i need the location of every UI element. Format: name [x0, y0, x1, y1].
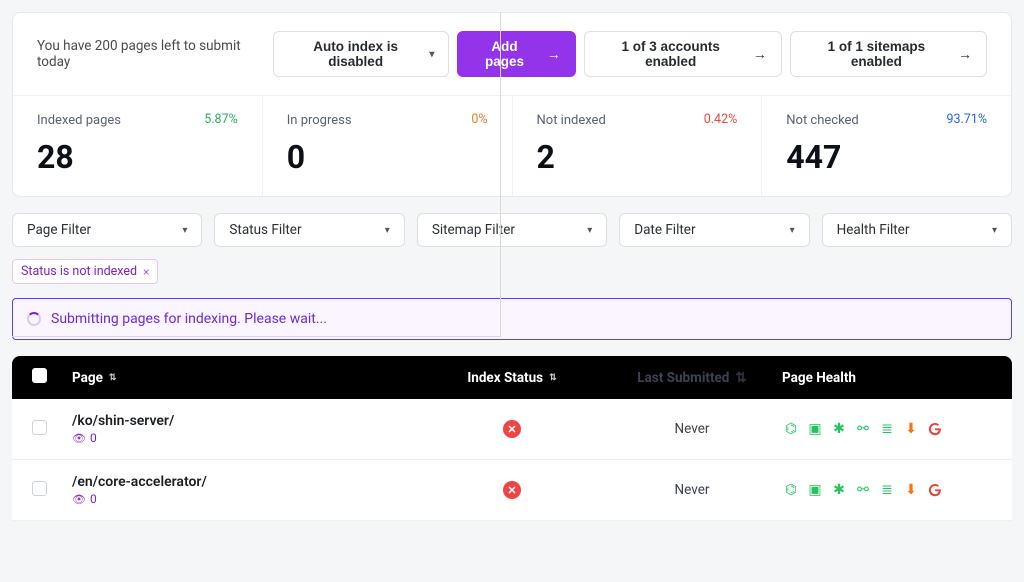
row-checkbox[interactable] — [32, 420, 47, 435]
sitemap-icon[interactable] — [782, 420, 800, 438]
page-url[interactable]: /ko/shin-server/ — [72, 413, 174, 429]
chevron-down-icon: ▾ — [790, 225, 795, 236]
sitemaps-link[interactable]: 1 of 1 sitemaps enabled — [790, 31, 987, 77]
sitemap-icon[interactable] — [782, 481, 800, 499]
filter-label: Sitemap Filter — [432, 222, 515, 238]
health-icons — [782, 481, 992, 499]
th-label: Page — [72, 370, 103, 386]
sort-icon — [735, 370, 746, 386]
status-error-icon: ✕ — [503, 481, 521, 499]
filter-label: Status Filter — [229, 222, 301, 238]
google-icon[interactable] — [926, 420, 944, 438]
metric-value: 0 — [287, 138, 488, 176]
th-label: Page Health — [782, 370, 856, 386]
metric-pct: 0.42% — [704, 112, 738, 127]
row-checkbox[interactable] — [32, 481, 47, 496]
filter-label: Date Filter — [634, 222, 695, 238]
chevron-down-icon: ▾ — [587, 225, 592, 236]
table-row[interactable]: /en/core-accelerator/ 0 ✕ Never — [12, 460, 1012, 521]
th-label: Index Status — [467, 370, 543, 386]
sort-icon — [549, 373, 557, 383]
metric-indexed[interactable]: Indexed pages 5.87% 28 — [13, 96, 262, 196]
accounts-link[interactable]: 1 of 3 accounts enabled — [584, 31, 782, 77]
status-filter[interactable]: Status Filter ▾ — [214, 213, 404, 247]
last-submitted: Never — [675, 421, 710, 437]
quota-text: You have 200 pages left to submit today — [37, 38, 265, 70]
table-header: Page Index Status Last Submitted Page He… — [12, 356, 1012, 399]
download-icon[interactable] — [902, 481, 920, 499]
chevron-down-icon: ▾ — [429, 49, 434, 60]
metric-pct: 5.87% — [204, 112, 238, 127]
chip-label: Status is not indexed — [21, 264, 137, 279]
auto-index-label: Auto index is disabled — [288, 39, 423, 69]
eye-icon — [72, 431, 86, 445]
close-icon[interactable]: × — [143, 265, 149, 279]
date-filter[interactable]: Date Filter ▾ — [619, 213, 809, 247]
th-health: Page Health — [782, 370, 992, 386]
table-row[interactable]: /ko/shin-server/ 0 ✕ Never — [12, 399, 1012, 460]
metric-label: Indexed pages — [37, 113, 121, 128]
metric-value: 2 — [537, 138, 738, 176]
auto-index-dropdown[interactable]: Auto index is disabled ▾ — [273, 31, 449, 77]
bug-icon[interactable] — [830, 481, 848, 499]
submitting-alert: Submitting pages for indexing. Please wa… — [12, 298, 1012, 340]
page-url[interactable]: /en/core-accelerator/ — [72, 474, 207, 490]
page-filter[interactable]: Page Filter ▾ — [12, 213, 202, 247]
link-icon[interactable] — [854, 420, 872, 438]
download-icon[interactable] — [902, 420, 920, 438]
metric-value: 28 — [37, 138, 238, 176]
chevron-down-icon: ▾ — [992, 225, 997, 236]
db-icon[interactable] — [878, 481, 896, 499]
google-icon[interactable] — [926, 481, 944, 499]
bug-icon[interactable] — [830, 420, 848, 438]
chevron-down-icon: ▾ — [385, 225, 390, 236]
view-count: 0 — [90, 431, 97, 445]
th-label: Last Submitted — [637, 370, 729, 386]
metric-value: 447 — [786, 138, 987, 176]
filter-label: Page Filter — [27, 222, 91, 238]
metric-label: In progress — [287, 113, 352, 128]
health-filter[interactable]: Health Filter ▾ — [822, 213, 1012, 247]
active-filter-chip[interactable]: Status is not indexed × — [12, 259, 158, 284]
filter-label: Health Filter — [837, 222, 910, 238]
add-pages-label: Add pages — [472, 39, 536, 69]
view-count: 0 — [90, 492, 97, 506]
metric-progress[interactable]: In progress 0% 0 — [262, 96, 512, 196]
db-icon[interactable] — [878, 420, 896, 438]
doc-icon[interactable] — [806, 481, 824, 499]
sort-icon — [109, 373, 117, 383]
metric-notindexed[interactable]: Not indexed 0.42% 2 — [512, 96, 762, 196]
metric-pct: 0% — [471, 112, 487, 127]
accounts-label: 1 of 3 accounts enabled — [599, 39, 743, 69]
chevron-down-icon: ▾ — [182, 225, 187, 236]
th-page[interactable]: Page — [72, 370, 422, 386]
spinner-icon — [27, 312, 41, 326]
metric-notchecked[interactable]: Not checked 93.71% 447 — [761, 96, 1011, 196]
th-status[interactable]: Index Status — [422, 370, 602, 386]
metric-label: Not checked — [786, 113, 859, 128]
add-pages-button[interactable]: Add pages — [457, 31, 575, 77]
select-all-checkbox[interactable] — [32, 368, 47, 383]
sitemap-filter[interactable]: Sitemap Filter ▾ — [417, 213, 607, 247]
last-submitted: Never — [675, 482, 710, 498]
status-error-icon: ✕ — [503, 420, 521, 438]
alert-text: Submitting pages for indexing. Please wa… — [51, 311, 327, 327]
link-icon[interactable] — [854, 481, 872, 499]
health-icons — [782, 420, 992, 438]
metric-label: Not indexed — [537, 113, 606, 128]
eye-icon — [72, 492, 86, 506]
doc-icon[interactable] — [806, 420, 824, 438]
th-last[interactable]: Last Submitted — [602, 370, 782, 386]
metric-pct: 93.71% — [946, 112, 987, 127]
sitemaps-label: 1 of 1 sitemaps enabled — [805, 39, 948, 69]
